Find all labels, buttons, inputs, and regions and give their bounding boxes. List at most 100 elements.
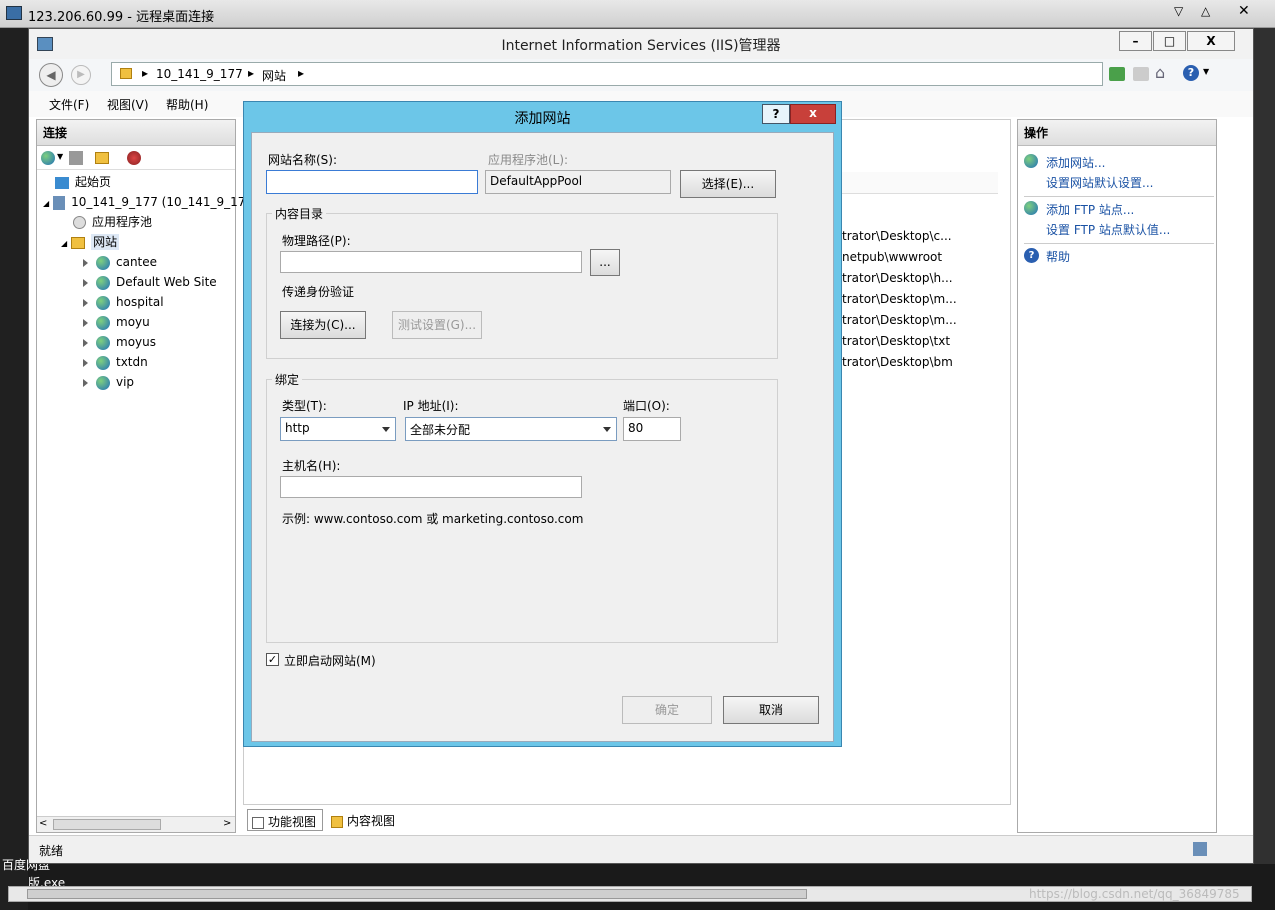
stop-icon[interactable] xyxy=(1133,67,1149,81)
connections-hscrollbar[interactable]: < > xyxy=(37,816,235,832)
site-label: txtdn xyxy=(116,355,148,369)
rdp-scroll-thumb[interactable] xyxy=(27,889,807,899)
dialog-help-button[interactable]: ? xyxy=(762,104,790,124)
host-example: 示例: www.contoso.com 或 marketing.contoso.… xyxy=(282,512,584,526)
connect-globe-icon[interactable] xyxy=(41,151,55,165)
path-cell[interactable]: trator\Desktop\bm xyxy=(842,352,1002,373)
ip-select[interactable]: 全部未分配 xyxy=(405,417,617,441)
start-site-checkbox[interactable]: ✓ xyxy=(266,653,279,666)
browse-button[interactable]: ... xyxy=(590,249,620,276)
select-pool-button[interactable]: 选择(E)... xyxy=(680,170,776,198)
host-input[interactable] xyxy=(280,476,582,498)
menu-file[interactable]: 文件(F) xyxy=(49,96,89,113)
help-icon: ? xyxy=(1024,248,1039,263)
test-settings-button: 测试设置(G)... xyxy=(392,311,482,339)
connections-toolbar: ▼ xyxy=(37,146,235,170)
connect-as-button[interactable]: 连接为(C)... xyxy=(280,311,366,339)
action-add-ftp-label[interactable]: 添加 FTP 站点... xyxy=(1046,201,1134,218)
chevron-down-icon xyxy=(603,427,611,432)
tree-site-hospital[interactable]: hospital xyxy=(37,292,235,312)
action-help-label[interactable]: 帮助 xyxy=(1046,248,1070,265)
save-icon[interactable] xyxy=(69,151,83,165)
breadcrumb-server[interactable]: 10_141_9_177 xyxy=(156,67,243,81)
tree-server-label: 10_141_9_177 (10_141_9_17 xyxy=(71,195,246,209)
tab-content-view[interactable]: 内容视图 xyxy=(327,809,407,831)
close-button[interactable]: X xyxy=(1187,31,1235,51)
address-bar[interactable]: ▸ 10_141_9_177 ▸ 网站 ▸ xyxy=(111,62,1103,86)
iis-titlebar: Internet Information Services (IIS)管理器 –… xyxy=(29,29,1253,59)
action-ftp-defaults[interactable]: 设置 FTP 站点默认值... xyxy=(1024,221,1214,243)
help-icon[interactable]: ? xyxy=(1183,65,1199,81)
tab-features-view[interactable]: 功能视图 xyxy=(247,809,323,831)
refresh-icon[interactable] xyxy=(1109,67,1125,81)
desktop-left-strip: 百度网盘 版.exe xyxy=(0,28,65,910)
status-text: 就绪 xyxy=(39,844,64,858)
tree-site-moyus[interactable]: moyus xyxy=(37,332,235,352)
tree-app-pools[interactable]: 应用程序池 xyxy=(37,212,235,232)
status-bar: 就绪 xyxy=(29,835,1253,863)
site-globe-icon xyxy=(96,255,110,270)
tree-sites[interactable]: ◢ 网站 xyxy=(37,232,235,252)
content-view-icon xyxy=(331,815,343,828)
rdp-titlebar: 123.206.60.99 - 远程桌面连接 ▽ △ ✕ xyxy=(0,0,1275,28)
rdp-close-button[interactable]: ✕ xyxy=(1238,3,1250,19)
path-cell[interactable]: trator\Desktop\m... xyxy=(842,310,1002,331)
rdp-minimize-button[interactable]: ▽ xyxy=(1174,4,1183,18)
scroll-right-icon[interactable]: > xyxy=(223,818,231,829)
app-pool-icon xyxy=(73,216,86,229)
path-cell[interactable]: trator\Desktop\c... xyxy=(842,226,1002,247)
port-input[interactable]: 80 xyxy=(623,417,681,441)
add-site-icon xyxy=(1024,154,1038,168)
action-add-site[interactable]: 添加网站... xyxy=(1024,152,1214,174)
breadcrumb-sites[interactable]: 网站 xyxy=(262,67,286,84)
scroll-left-icon[interactable]: < xyxy=(39,818,47,829)
path-cell[interactable]: trator\Desktop\txt xyxy=(842,331,1002,352)
menu-help[interactable]: 帮助(H) xyxy=(166,96,208,113)
path-cell[interactable]: trator\Desktop\m... xyxy=(842,289,1002,310)
action-help[interactable]: ? 帮助 xyxy=(1024,246,1214,268)
path-cell[interactable]: netpub\wwwroot xyxy=(842,247,1002,268)
path-cell[interactable]: trator\Desktop\h... xyxy=(842,268,1002,289)
dialog-title: 添加网站 xyxy=(514,111,571,127)
tree-start-label: 起始页 xyxy=(75,175,112,189)
maximize-button[interactable]: □ xyxy=(1153,31,1186,51)
tree-site-moyu[interactable]: moyu xyxy=(37,312,235,332)
action-site-defaults[interactable]: 设置网站默认设置... xyxy=(1024,174,1214,196)
cancel-button[interactable]: 取消 xyxy=(723,696,819,724)
action-site-defaults-label[interactable]: 设置网站默认设置... xyxy=(1046,174,1153,191)
tree-start-page[interactable]: 起始页 xyxy=(37,172,235,192)
phys-path-input[interactable] xyxy=(280,251,582,273)
type-select[interactable]: http xyxy=(280,417,396,441)
tree-server[interactable]: ◢ 10_141_9_177 (10_141_9_17 xyxy=(37,192,245,212)
menu-view[interactable]: 视图(V) xyxy=(107,96,149,113)
help-dropdown-icon[interactable]: ▼ xyxy=(1203,67,1209,76)
start-page-icon xyxy=(55,176,69,189)
action-add-site-label[interactable]: 添加网站... xyxy=(1046,154,1105,171)
tree-site-vip[interactable]: vip xyxy=(37,372,235,392)
type-label: 类型(T): xyxy=(282,399,327,413)
rdp-restore-button[interactable]: △ xyxy=(1201,4,1210,18)
ip-label: IP 地址(I): xyxy=(403,399,459,413)
home-icon[interactable]: ⌂ xyxy=(1155,63,1165,82)
tree-site-cantee[interactable]: cantee xyxy=(37,252,235,272)
site-path-list: trator\Desktop\c... netpub\wwwroot trato… xyxy=(842,226,1002,373)
minimize-button[interactable]: – xyxy=(1119,31,1152,51)
tree-site-default[interactable]: Default Web Site xyxy=(37,272,235,292)
site-label: moyus xyxy=(116,335,156,349)
site-name-input[interactable] xyxy=(266,170,478,194)
scroll-thumb[interactable] xyxy=(53,819,161,830)
site-globe-icon xyxy=(96,275,110,290)
ok-button: 确定 xyxy=(622,696,712,724)
disconnect-icon[interactable] xyxy=(127,151,141,165)
action-add-ftp[interactable]: 添加 FTP 站点... xyxy=(1024,199,1214,221)
actions-divider xyxy=(1024,243,1214,244)
back-arrow-icon[interactable]: ◀ xyxy=(39,63,63,87)
tree-site-txtdn[interactable]: txtdn xyxy=(37,352,235,372)
dialog-close-button[interactable]: x xyxy=(790,104,836,124)
start-site-label: 立即启动网站(M) xyxy=(284,654,376,668)
rdp-hscrollbar[interactable]: https://blog.csdn.net/qq_36849785 xyxy=(8,886,1252,902)
add-site-dialog: 添加网站 ? x 网站名称(S): 应用程序池(L): DefaultAppPo… xyxy=(243,101,842,747)
up-folder-icon[interactable] xyxy=(95,152,109,164)
forward-arrow-icon[interactable]: ▶ xyxy=(71,65,91,85)
action-ftp-defaults-label[interactable]: 设置 FTP 站点默认值... xyxy=(1046,221,1170,238)
